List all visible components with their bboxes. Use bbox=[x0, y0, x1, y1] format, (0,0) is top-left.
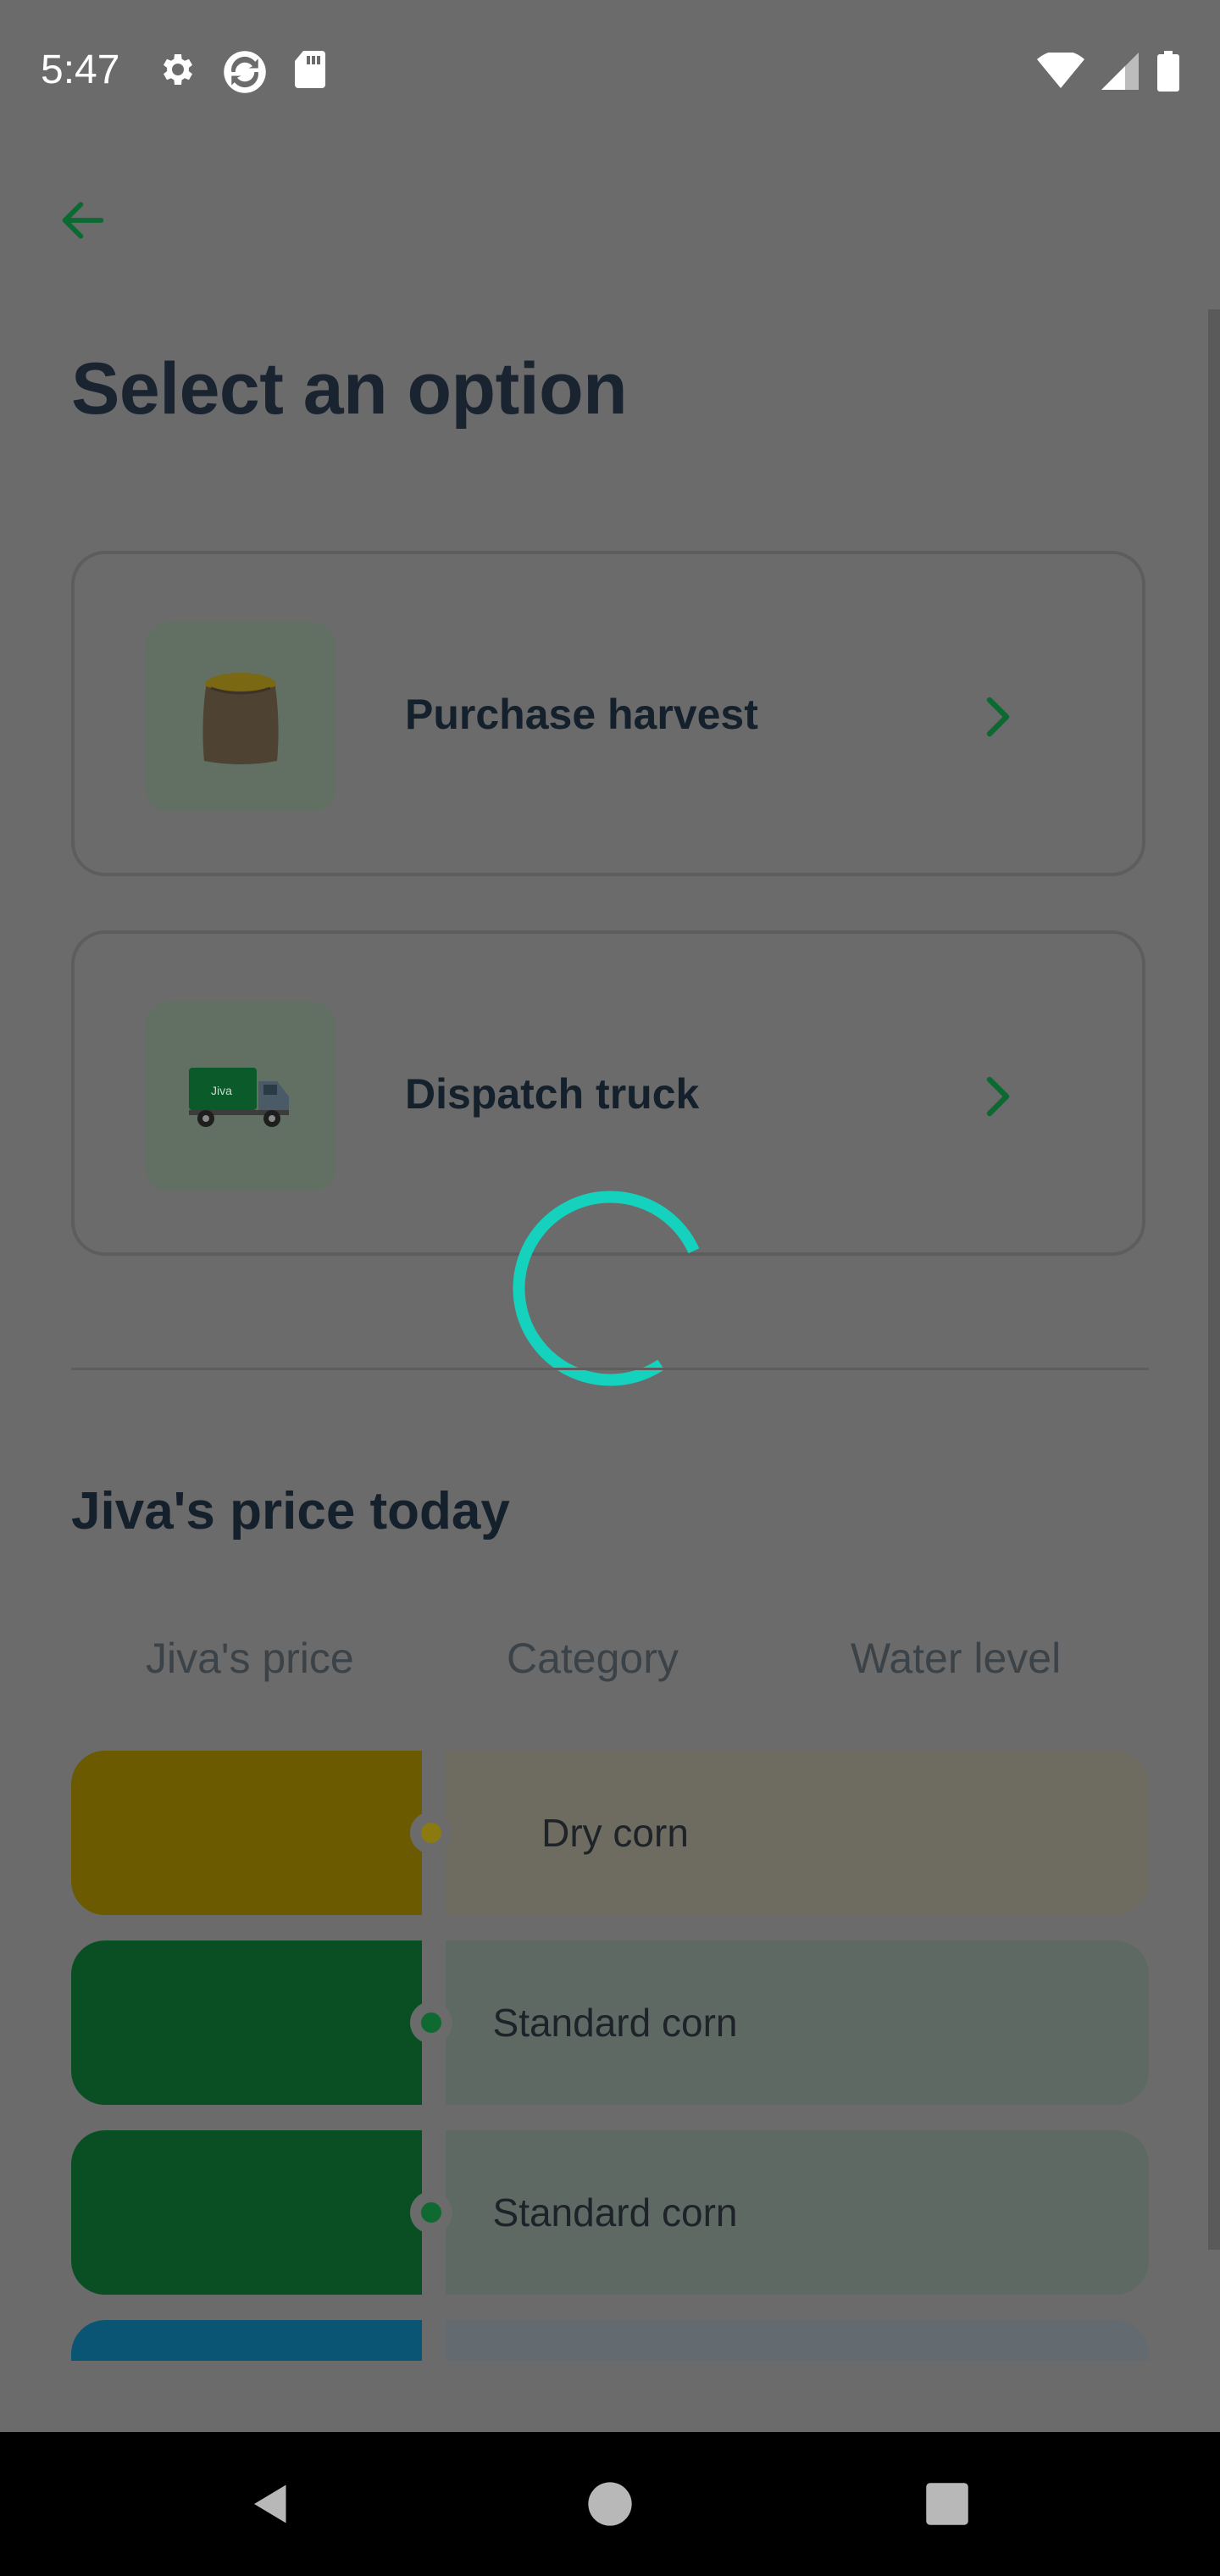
section-title: Jiva's price today bbox=[71, 1482, 510, 1541]
recents-square-icon bbox=[926, 2483, 968, 2525]
chevron-right-icon bbox=[986, 697, 1010, 737]
nav-back-button[interactable] bbox=[203, 2432, 339, 2576]
column-header-category: Category bbox=[507, 1635, 679, 1682]
price-row-partial[interactable] bbox=[71, 2320, 1149, 2361]
nav-recents-button[interactable] bbox=[879, 2432, 1015, 2576]
back-button[interactable] bbox=[49, 186, 117, 254]
truck-brand-text: Jiva bbox=[211, 1084, 232, 1097]
status-time: 5:47 bbox=[41, 47, 120, 92]
harvest-sack-icon bbox=[202, 673, 279, 764]
price-block bbox=[71, 1751, 422, 1915]
scrollbar[interactable] bbox=[1208, 309, 1220, 2250]
ticket-dot bbox=[421, 2012, 441, 2033]
ticket-dot bbox=[421, 2202, 441, 2223]
category-text: Standard corn bbox=[492, 2190, 738, 2235]
nav-home-button[interactable] bbox=[542, 2432, 678, 2576]
home-circle-icon bbox=[588, 2482, 632, 2526]
loading-spinner bbox=[513, 1191, 700, 1386]
chevron-right-icon bbox=[986, 1076, 1010, 1117]
battery-icon bbox=[1157, 51, 1179, 92]
gear-icon bbox=[164, 54, 192, 85]
sd-card-icon bbox=[295, 51, 325, 88]
page-title: Select an option bbox=[71, 348, 628, 430]
arrow-left-icon bbox=[62, 202, 104, 239]
status-left-icons bbox=[156, 49, 327, 95]
status-bar: 5:47 bbox=[0, 0, 1220, 144]
status-right-icons bbox=[1037, 51, 1179, 92]
harvest-icon-tile bbox=[146, 622, 336, 812]
category-text: Dry corn bbox=[541, 1811, 689, 1855]
back-triangle-icon bbox=[254, 2484, 286, 2523]
price-block bbox=[71, 1940, 422, 2105]
price-block bbox=[71, 2320, 422, 2361]
truck-icon-tile: Jiva bbox=[146, 1002, 336, 1191]
purchase-harvest-option[interactable]: Purchase harvest bbox=[71, 551, 1145, 876]
wifi-icon bbox=[1037, 53, 1084, 88]
system-nav-bar bbox=[0, 2432, 1220, 2576]
option-label: Dispatch truck bbox=[405, 1070, 700, 1118]
column-header-price: Jiva's price bbox=[146, 1635, 354, 1682]
option-label: Purchase harvest bbox=[405, 691, 758, 738]
price-row-standard-corn[interactable]: Standard corn bbox=[71, 1940, 1149, 2105]
ticket-dot bbox=[421, 1823, 441, 1843]
section-divider bbox=[71, 1368, 1149, 1370]
category-panel bbox=[446, 2320, 1149, 2361]
cell-signal-icon bbox=[1101, 53, 1139, 90]
truck-icon: Jiva bbox=[189, 1068, 289, 1127]
price-block bbox=[71, 2130, 422, 2295]
sync-icon bbox=[224, 51, 266, 93]
price-row-standard-corn[interactable]: Standard corn bbox=[71, 2130, 1149, 2295]
column-header-water-level: Water level bbox=[851, 1635, 1062, 1682]
price-row-dry-corn[interactable]: Dry corn bbox=[71, 1751, 1149, 1915]
category-text: Standard corn bbox=[492, 2001, 738, 2045]
